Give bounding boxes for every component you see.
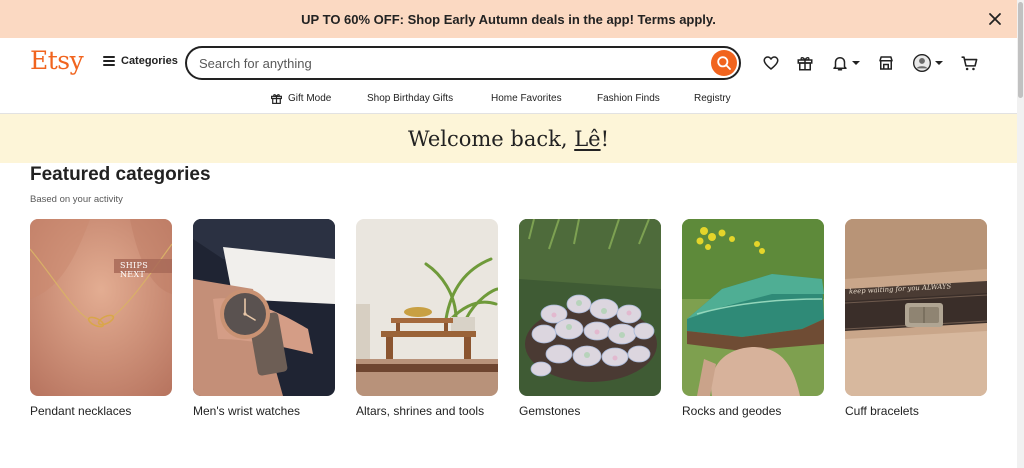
promo-banner: UP TO 60% OFF: Shop Early Autumn deals i… bbox=[0, 0, 1017, 38]
gift-icon bbox=[797, 56, 813, 71]
subnav-home-favorites[interactable]: Home Favorites bbox=[491, 88, 562, 108]
cart-button[interactable] bbox=[960, 52, 979, 74]
site-header: Etsy Categories Search for anything Gift… bbox=[0, 38, 1017, 114]
caret-down-icon bbox=[935, 61, 943, 65]
scrollbar-thumb[interactable] bbox=[1018, 2, 1023, 98]
category-label[interactable]: Altars, shrines and tools bbox=[356, 404, 498, 418]
categories-label: Categories bbox=[121, 55, 178, 67]
bell-icon bbox=[833, 57, 847, 71]
category-label[interactable]: Gemstones bbox=[519, 404, 661, 418]
shop-manager-button[interactable] bbox=[877, 52, 895, 74]
subnav-fashion-finds[interactable]: Fashion Finds bbox=[597, 88, 660, 108]
featured-subtitle: Based on your activity bbox=[30, 194, 123, 205]
card-badge: SHIPS NEXT bbox=[120, 261, 148, 279]
scrollbar[interactable] bbox=[1017, 0, 1024, 468]
hamburger-icon bbox=[103, 56, 115, 66]
category-image[interactable] bbox=[356, 219, 498, 396]
cart-icon bbox=[961, 55, 978, 70]
subnav-birthday-gifts[interactable]: Shop Birthday Gifts bbox=[367, 88, 453, 108]
etsy-logo[interactable]: Etsy bbox=[30, 46, 84, 75]
category-label[interactable]: Pendant necklaces bbox=[30, 404, 172, 418]
account-button[interactable] bbox=[912, 52, 943, 74]
sub-navigation: Gift Mode Shop Birthday Gifts Home Favor… bbox=[0, 88, 1017, 108]
category-card-wrist-watches[interactable]: Men's wrist watches bbox=[193, 219, 335, 418]
featured-title: Featured categories bbox=[30, 164, 211, 185]
category-image[interactable]: SHIPS NEXT bbox=[30, 219, 172, 396]
shop-icon bbox=[879, 56, 893, 70]
search-button[interactable] bbox=[711, 50, 737, 76]
category-card-gemstones[interactable]: Gemstones bbox=[519, 219, 661, 418]
welcome-suffix: ! bbox=[600, 126, 610, 151]
welcome-banner: Welcome back, Lê! bbox=[0, 114, 1017, 163]
welcome-prefix: Welcome back, bbox=[407, 126, 575, 151]
promo-text[interactable]: UP TO 60% OFF: Shop Early Autumn deals i… bbox=[301, 12, 716, 27]
category-image[interactable] bbox=[519, 219, 661, 396]
category-card-altars[interactable]: Altars, shrines and tools bbox=[356, 219, 498, 418]
search-bar bbox=[185, 46, 741, 80]
notifications-button[interactable] bbox=[831, 52, 860, 74]
heart-icon bbox=[763, 56, 779, 70]
subnav-label: Shop Birthday Gifts bbox=[367, 92, 454, 104]
subnav-label: Home Favorites bbox=[491, 92, 562, 104]
category-card-rocks-geodes[interactable]: Rocks and geodes bbox=[682, 219, 824, 418]
categories-button[interactable]: Categories bbox=[103, 55, 178, 67]
subnav-registry[interactable]: Registry bbox=[694, 88, 731, 108]
category-label[interactable]: Men's wrist watches bbox=[193, 404, 335, 418]
avatar bbox=[913, 54, 931, 72]
category-card-pendant-necklaces[interactable]: SHIPS NEXT Pendant necklaces bbox=[30, 219, 172, 418]
search-input[interactable] bbox=[199, 48, 699, 78]
caret-down-icon bbox=[852, 61, 860, 65]
category-image[interactable] bbox=[193, 219, 335, 396]
category-image[interactable] bbox=[682, 219, 824, 396]
subnav-label: Gift Mode bbox=[288, 92, 332, 104]
gift-icon bbox=[271, 93, 282, 104]
category-label[interactable]: Rocks and geodes bbox=[682, 404, 824, 418]
favorites-button[interactable] bbox=[762, 52, 780, 74]
category-label[interactable]: Cuff bracelets bbox=[845, 404, 987, 418]
welcome-user-name[interactable]: Lê bbox=[574, 127, 600, 151]
subnav-gift-mode[interactable]: Gift Mode bbox=[270, 88, 331, 108]
subnav-label: Registry bbox=[694, 92, 731, 104]
category-image[interactable]: keep waiting for you ALWAYS bbox=[845, 219, 987, 396]
subnav-label: Fashion Finds bbox=[597, 92, 660, 104]
gift-button[interactable] bbox=[796, 52, 814, 74]
search-icon bbox=[717, 56, 731, 70]
category-card-cuff-bracelets[interactable]: keep waiting for you ALWAYS Cuff bracele… bbox=[845, 219, 987, 418]
close-icon[interactable] bbox=[985, 9, 1005, 29]
